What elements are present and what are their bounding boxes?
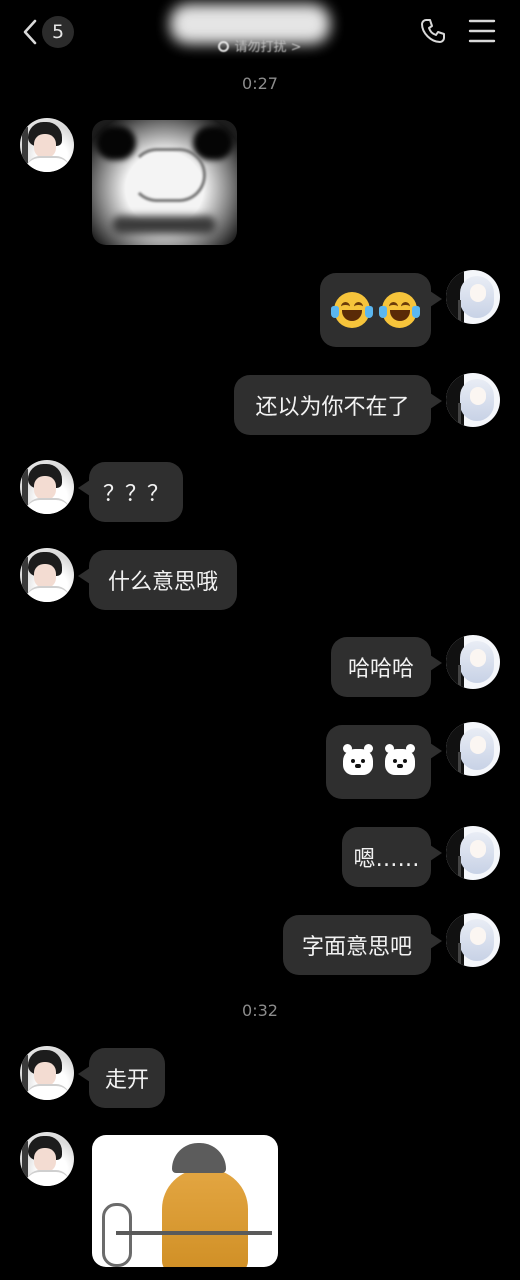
message-bubble-text[interactable]: 什么意思哦 [78, 550, 237, 610]
timestamp: 0:32 [242, 1001, 278, 1020]
message-bubble-emoji[interactable] [320, 273, 442, 347]
timestamp: 0:27 [242, 74, 278, 93]
my-avatar[interactable] [446, 270, 500, 324]
message-bubble-text[interactable]: 走开 [78, 1048, 165, 1108]
bear-face-emoji-icon [384, 744, 415, 775]
menu-icon[interactable] [468, 18, 496, 44]
my-avatar[interactable] [446, 635, 500, 689]
message-bubble-text[interactable]: 字面意思吧 [283, 915, 442, 975]
my-avatar[interactable] [446, 722, 500, 776]
my-avatar[interactable] [446, 913, 500, 967]
my-avatar[interactable] [446, 826, 500, 880]
message-bubble-text[interactable]: 嗯…… [342, 827, 442, 887]
doge-sticker-image[interactable] [92, 1135, 278, 1267]
contact-avatar[interactable] [20, 460, 74, 514]
chat-header: 5 请勿打扰 > [0, 0, 520, 64]
message-bubble-text[interactable]: ？？？ [78, 462, 183, 522]
contact-avatar[interactable] [20, 1132, 74, 1186]
contact-avatar[interactable] [20, 548, 74, 602]
my-avatar[interactable] [446, 373, 500, 427]
laughing-tears-emoji-icon [331, 292, 373, 328]
dnd-label: 请勿打扰 > [234, 40, 302, 55]
message-bubble-emoji[interactable] [326, 725, 442, 799]
phone-call-icon[interactable] [418, 16, 448, 46]
bear-face-emoji-icon [342, 744, 373, 775]
do-not-disturb-icon [218, 41, 230, 52]
message-bubble-text[interactable]: 还以为你不在了 [234, 375, 442, 435]
panda-sticker-image[interactable] [92, 120, 237, 245]
laughing-tears-emoji-icon [378, 292, 420, 328]
contact-avatar[interactable] [20, 118, 74, 172]
contact-avatar[interactable] [20, 1046, 74, 1100]
message-bubble-text[interactable]: 哈哈哈 [331, 637, 442, 697]
